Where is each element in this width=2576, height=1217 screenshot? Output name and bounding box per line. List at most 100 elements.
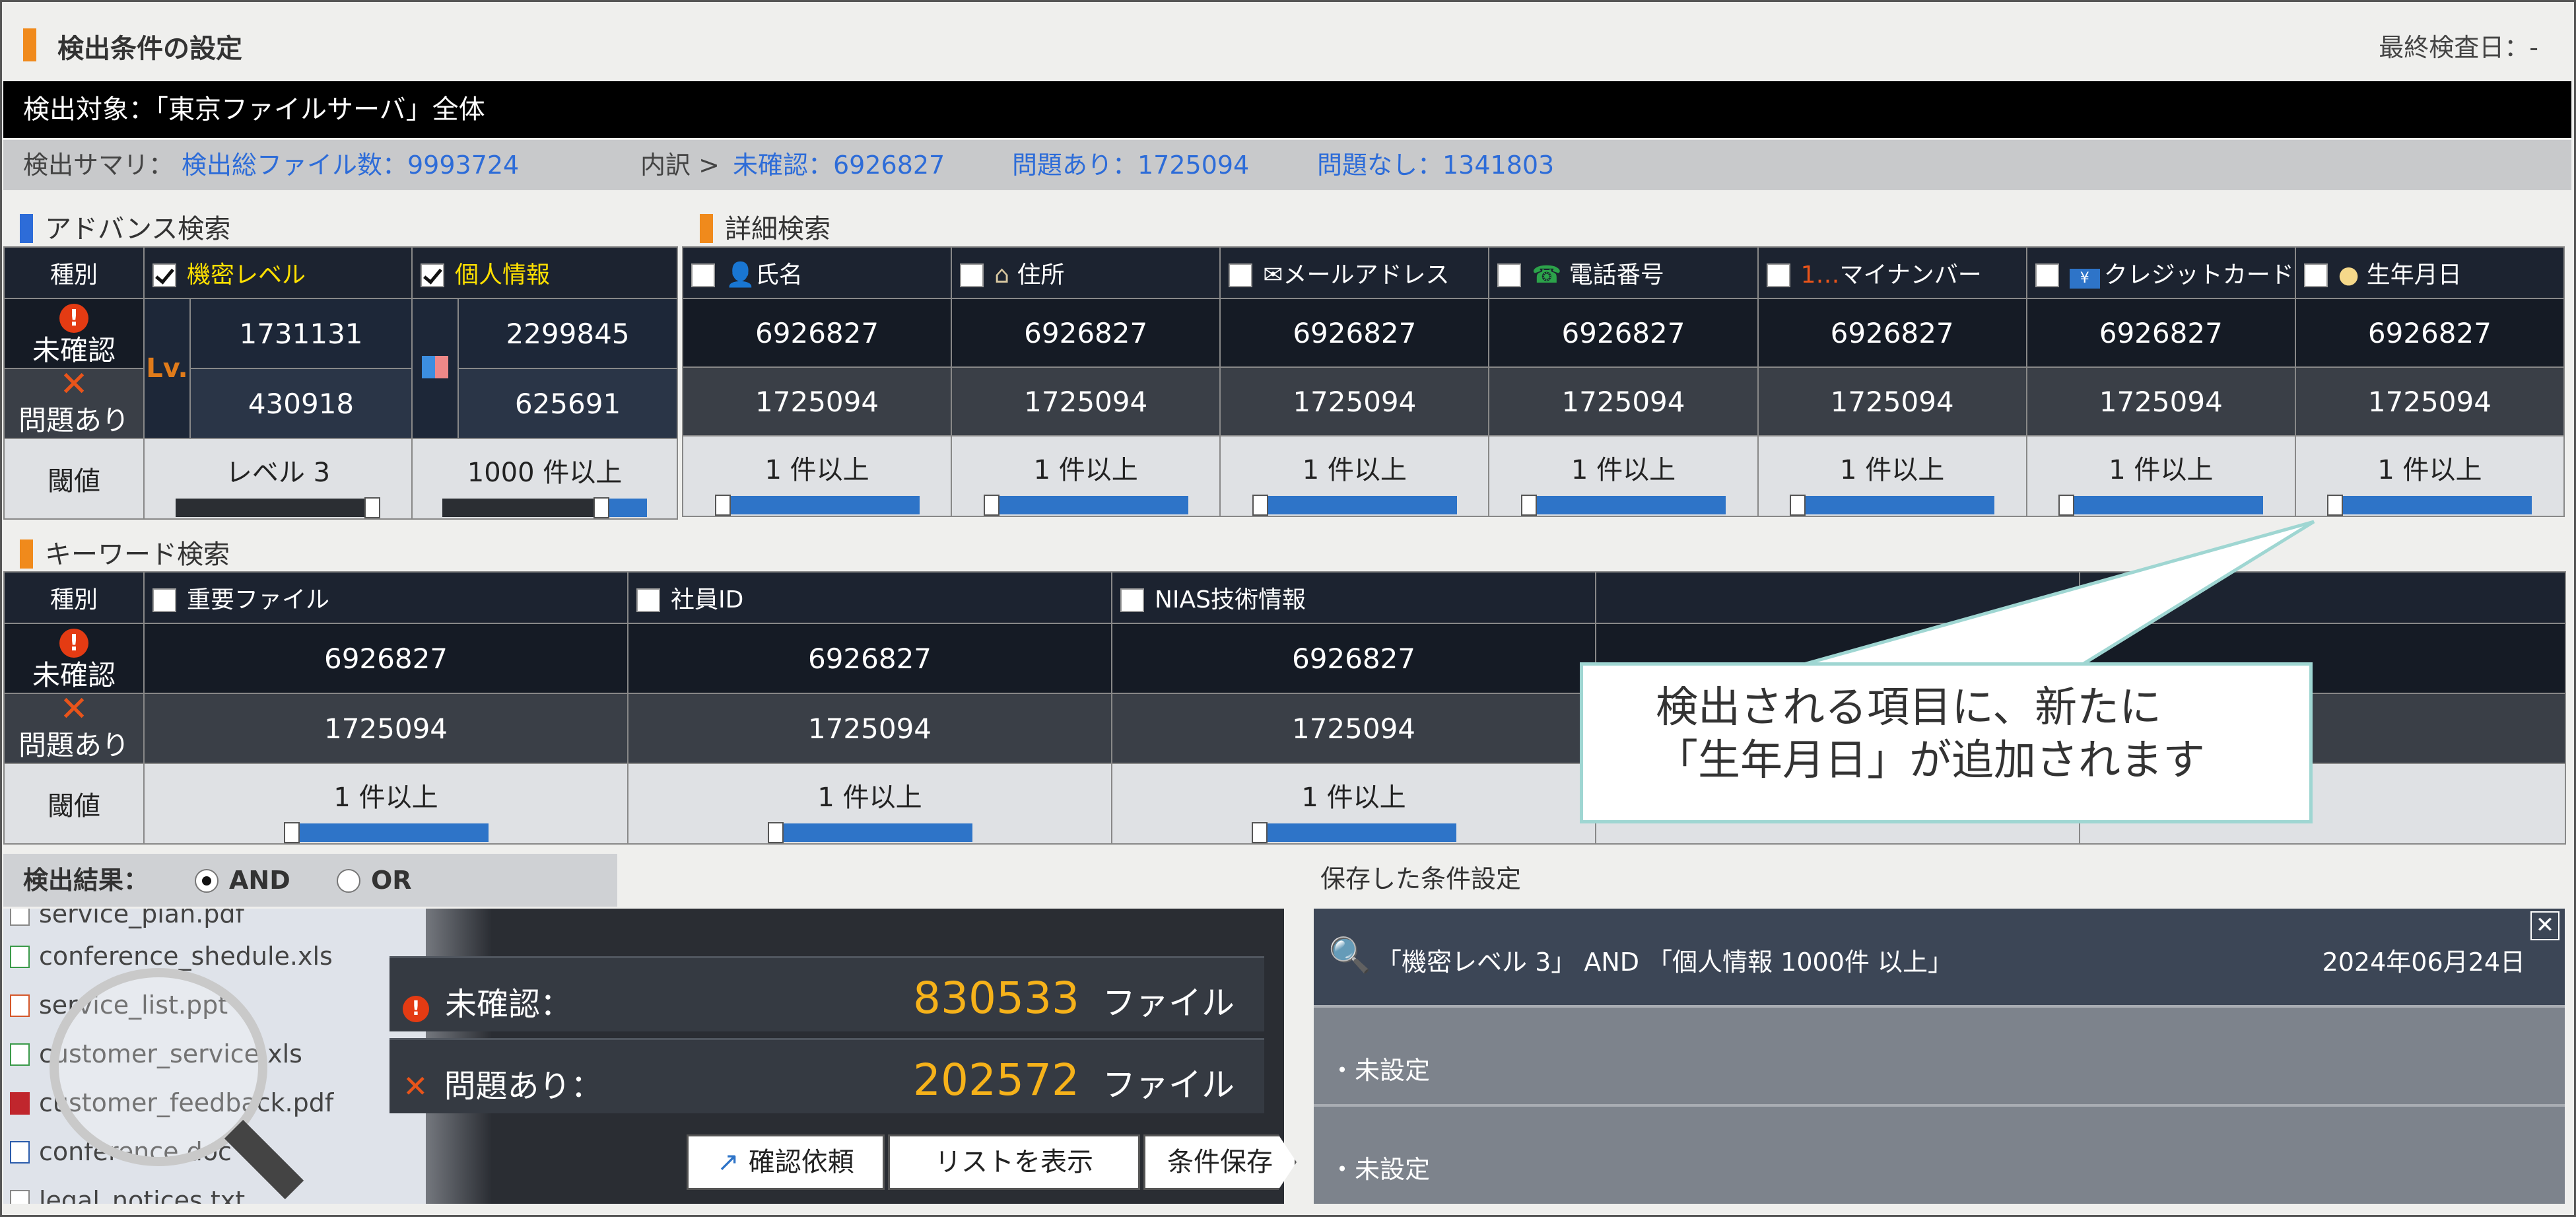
detail-col-name[interactable]: 👤氏名 [681, 246, 953, 299]
x-icon: ✕ [403, 1068, 428, 1104]
slider-handle[interactable] [1252, 495, 1268, 516]
slider-handle[interactable] [283, 822, 300, 843]
personal-threshold-value: 1000 件以上 [467, 458, 623, 488]
detail-col-mynumber[interactable]: 1…マイナンバー [1757, 246, 2027, 299]
file-icon [10, 909, 30, 926]
address-issue: 1725094 [951, 366, 1221, 436]
adv-col-personal[interactable]: 個人情報 [411, 246, 679, 299]
employee-unconfirmed: 6926827 [627, 623, 1112, 694]
slider-handle[interactable] [1251, 822, 1268, 843]
important-checkbox[interactable] [153, 588, 176, 612]
kw-col-nias[interactable]: NIAS技術情報 [1111, 571, 1596, 624]
adv-col-secrecy[interactable]: 機密レベル [143, 246, 413, 299]
cake-icon: ● [2338, 261, 2367, 289]
issue-row-label: ✕ 問題あり [3, 367, 145, 439]
credit-checkbox[interactable] [2035, 263, 2059, 287]
unconfirmed-row-label: ! 未確認 [3, 298, 145, 369]
employee-checkbox[interactable] [636, 588, 660, 612]
detail-col-birthday[interactable]: ● 生年月日 [2294, 246, 2565, 299]
detail-col-email[interactable]: ✉メールアドレス [1219, 246, 1490, 299]
show-list-button[interactable]: リストを表示 [888, 1134, 1140, 1190]
threshold-label: 閾値 [3, 763, 145, 845]
important-issue: 1725094 [143, 693, 628, 764]
unconfirmed-stat-value: 830533 [913, 973, 1079, 1024]
birthday-issue: 1725094 [2294, 366, 2565, 436]
nias-checkbox[interactable] [1120, 588, 1144, 612]
section-marker [20, 539, 33, 569]
name-unconfirmed: 6926827 [681, 298, 953, 368]
and-radio[interactable]: AND [195, 854, 290, 907]
threshold-slider[interactable] [1251, 822, 1456, 843]
slider-handle[interactable] [714, 495, 731, 516]
email-checkbox[interactable] [1229, 263, 1253, 287]
detail-search-title: 詳細検索 [700, 207, 830, 246]
section-marker [20, 214, 33, 243]
radio-icon[interactable] [337, 869, 360, 893]
save-conditions-button[interactable]: 条件保存 [1143, 1134, 1297, 1190]
birthday-unconfirmed: 6926827 [2294, 298, 2565, 368]
unconfirmed-stat: ! 未確認： 830533 ファイル [390, 956, 1264, 1031]
threshold-slider[interactable] [767, 822, 972, 843]
secrecy-checkbox[interactable] [153, 263, 176, 287]
alert-icon: ! [59, 304, 88, 333]
request-confirm-button[interactable]: ↗ 確認依頼 [687, 1134, 885, 1190]
saved-condition-row[interactable]: ・未設定 [1314, 1005, 2565, 1101]
personal-slider[interactable] [442, 497, 648, 518]
callout-line1: 検出される項目に、新たに [1656, 683, 2162, 732]
mynumber-checkbox[interactable] [1766, 263, 1790, 287]
address-checkbox[interactable] [960, 263, 984, 287]
issue-stat: ✕ 問題あり： 202572 ファイル [390, 1038, 1264, 1113]
slider-handle[interactable] [983, 495, 1000, 516]
phone-icon: ☎ [1532, 261, 1569, 289]
file-icon [10, 1190, 30, 1204]
threshold-slider[interactable] [1520, 495, 1726, 516]
slider-handle[interactable] [364, 497, 380, 518]
birthday-checkbox[interactable] [2303, 263, 2328, 287]
advance-search-label: アドバンス検索 [45, 214, 231, 244]
saved-condition-row[interactable]: 🔍 「機密レベル 3」 AND 「個人情報 1000件 以上」 2024年06月… [1314, 909, 2565, 1005]
phone-unconfirmed: 6926827 [1488, 298, 1759, 368]
phone-threshold: 1 件以上 [1488, 435, 1759, 517]
callout-box: 検出される項目に、新たに 「生年月日」が追加されます [1580, 662, 2313, 823]
detection-summary: 検出サマリ： 検出総ファイル数：9993724 内訳 > 未確認：6926827… [3, 140, 2571, 190]
detail-col-credit[interactable]: ¥ クレジットカード [2025, 246, 2296, 299]
pdf-icon [10, 1092, 30, 1115]
important-unconfirmed: 6926827 [143, 623, 628, 694]
saved-condition-row[interactable]: ・未設定 [1314, 1104, 2565, 1204]
detail-col-phone[interactable]: ☎ 電話番号 [1488, 246, 1759, 299]
phone-checkbox[interactable] [1497, 263, 1522, 287]
credit-unconfirmed: 6926827 [2025, 298, 2296, 368]
credit-card-icon: ¥ [2069, 269, 2100, 289]
threshold-slider[interactable] [714, 495, 920, 516]
mynumber-unconfirmed: 6926827 [1757, 298, 2027, 368]
secrecy-unconfirmed: 1731131 [189, 298, 413, 369]
secrecy-slider[interactable] [176, 497, 380, 518]
close-icon[interactable]: ✕ [2530, 911, 2559, 940]
callout-pointer [1782, 520, 2315, 672]
phone-issue: 1725094 [1488, 366, 1759, 436]
kw-col-employee[interactable]: 社員ID [627, 571, 1112, 624]
threshold-slider[interactable] [2327, 495, 2532, 516]
or-radio[interactable]: OR [337, 854, 412, 907]
address-threshold: 1 件以上 [951, 435, 1221, 517]
secrecy-threshold-value: レベル 3 [225, 458, 331, 488]
nias-unconfirmed: 6926827 [1111, 623, 1596, 694]
summary-total: 検出総ファイル数：9993724 [182, 151, 520, 180]
slider-handle[interactable] [1520, 495, 1537, 516]
kw-col-important[interactable]: 重要ファイル [143, 571, 628, 624]
detection-target-bar: 検出対象：「東京ファイルサーバ」全体 [3, 81, 2571, 138]
issue-row-label: ✕ 問題あり [3, 692, 145, 764]
slider-handle[interactable] [767, 822, 784, 843]
name-checkbox[interactable] [691, 263, 715, 287]
radio-icon[interactable] [195, 869, 219, 893]
threshold-slider[interactable] [983, 495, 1188, 516]
threshold-slider[interactable] [1252, 495, 1457, 516]
personal-checkbox[interactable] [421, 263, 445, 287]
list-item: legal_notices.txt [10, 1186, 245, 1204]
threshold-slider[interactable] [283, 822, 489, 843]
slider-handle[interactable] [593, 497, 610, 518]
unit-label: ファイル [1102, 984, 1235, 1022]
birthday-label: 生年月日 [2366, 261, 2462, 289]
detail-col-address[interactable]: ⌂ 住所 [951, 246, 1221, 299]
callout-line2: 「生年月日」が追加されます [1656, 736, 2205, 785]
